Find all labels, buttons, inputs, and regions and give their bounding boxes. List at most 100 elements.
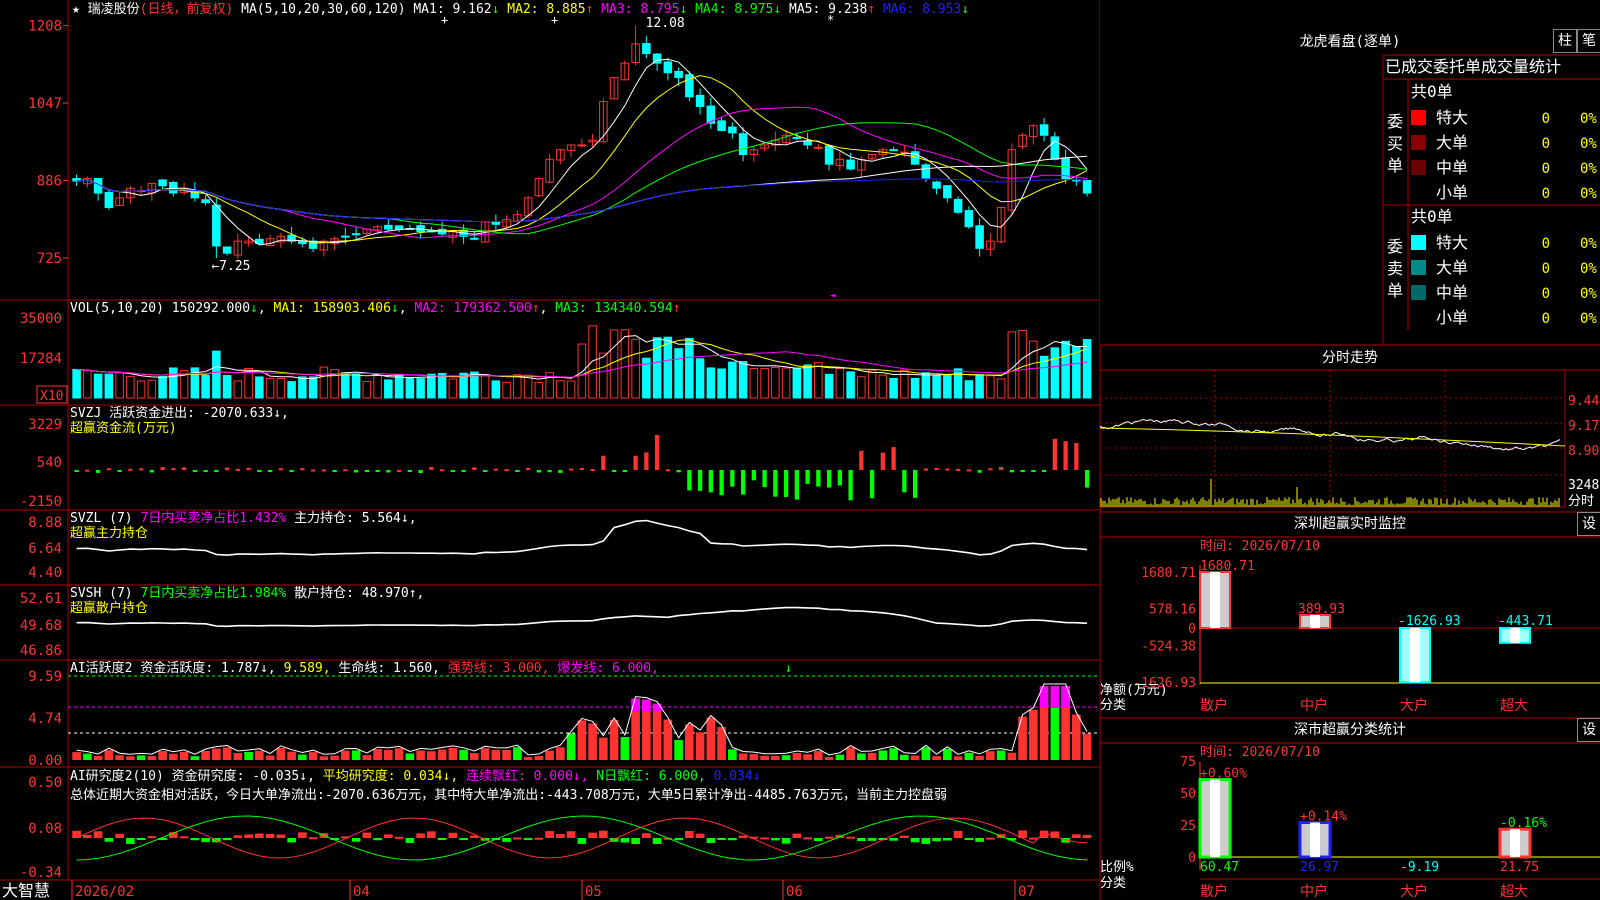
volume-bar (803, 364, 812, 399)
research-bar (975, 838, 984, 842)
sz-monitor-cat: 中户 (1300, 697, 1328, 714)
research-bar (588, 832, 597, 838)
research-bar (513, 837, 522, 840)
research-bar (566, 831, 576, 838)
air-header-part: 连续飘红: 0.000↓, (466, 768, 596, 784)
buy-label-char: 委 (1387, 112, 1403, 131)
volume-bar (792, 367, 802, 399)
sz-class-bottom-label: 26.97 (1300, 860, 1339, 875)
research-bar (83, 834, 92, 838)
sz-class-bottom-label: 60.47 (1200, 860, 1239, 875)
fundflow-bar (171, 468, 176, 471)
vol-header-part: , (258, 301, 274, 316)
research-bar (93, 831, 103, 838)
research-bar (620, 838, 630, 843)
fundflow-bar (869, 470, 875, 499)
ai2-header-part: 强势线: 3.000, (448, 660, 557, 676)
research-bar (233, 835, 243, 838)
activity-bar (996, 750, 1006, 760)
intraday-tick: 8.90 (1568, 444, 1599, 459)
fundflow-bar (579, 467, 584, 470)
fundflow-bar (1063, 441, 1068, 470)
activity-bar (878, 750, 888, 760)
sz-monitor-value: -1626.93 (1398, 614, 1461, 629)
activity-bar (491, 749, 501, 760)
sell-pct: 0% (1580, 311, 1597, 327)
ai2-header: AI活跃度2 资金活跃度: 1.787↓, 9.589, 生命线: 1.560,… (70, 660, 659, 676)
fundflow-bar (558, 470, 563, 473)
activity-bar (685, 724, 694, 760)
activity-bar (889, 748, 898, 760)
candle-body (642, 43, 651, 54)
activity-bar (706, 717, 716, 760)
intraday-tick: 9.17 (1568, 419, 1599, 434)
tick-mode-button[interactable]: 笔 (1577, 29, 1600, 53)
svzj-header: SVZJ 活跃资金进出: -2070.633↓, (70, 405, 289, 421)
vol-header-part: 150292.000 (172, 301, 250, 316)
air-header-part: N日飘红: 6.000, (596, 768, 713, 784)
svzl-tick: 8.88 (28, 515, 62, 531)
fundflow-bar (611, 470, 617, 472)
activity-bar (384, 749, 393, 760)
research-bar (298, 832, 307, 838)
fundflow-bar (353, 470, 359, 473)
candle-body (437, 228, 447, 235)
fundflow-bar (998, 467, 1004, 470)
candle-body (663, 61, 673, 74)
activity-bar (846, 747, 855, 760)
research-bar (685, 830, 694, 838)
fundflow-bar (912, 470, 918, 498)
activity-bar (126, 756, 135, 760)
fundflow-bar (224, 467, 230, 470)
activity-bar (255, 750, 264, 760)
fundflow-bar (880, 452, 885, 470)
fundflow-bar (697, 470, 703, 491)
sz-class-tick: 25 (1180, 819, 1196, 834)
candle-body (889, 149, 898, 152)
fundflow-bar (945, 468, 950, 471)
sz-monitor-cat: 散户 (1200, 697, 1228, 714)
volume-bar (308, 376, 318, 399)
svzl-tick: 6.64 (28, 541, 62, 557)
svzj-tick: 540 (37, 455, 62, 471)
fundflow-bar (783, 470, 789, 497)
volume-bar (416, 378, 425, 399)
fundflow-bar (117, 470, 122, 472)
fundflow-bar (332, 470, 337, 472)
activity-burst-bar (1061, 686, 1070, 708)
fundflow-bar (214, 470, 219, 472)
research-bar (760, 837, 769, 840)
activity-bar (298, 754, 307, 760)
activity-bar (835, 754, 845, 760)
air-header-part: AI研究度2(10) (70, 768, 172, 784)
volume-bar (384, 379, 393, 399)
fundflow-bar (622, 470, 627, 472)
sz-class-cat: 超大 (1500, 884, 1528, 900)
research-bar (674, 838, 683, 841)
activity-bar (201, 750, 210, 760)
research-bar (867, 838, 877, 841)
bar-mode-button[interactable]: 柱 (1553, 29, 1577, 53)
activity-bar (814, 751, 823, 760)
research-bar (738, 835, 748, 838)
fundflow-bar (386, 470, 391, 473)
candle-body (717, 120, 726, 131)
candle-body (212, 204, 221, 247)
intraday-title: 分时走势 (1322, 350, 1378, 366)
activity-bar (459, 749, 468, 760)
candle-body (577, 144, 587, 147)
volume-bar (706, 367, 716, 399)
activity-bar (83, 753, 92, 760)
activity-bar (330, 755, 339, 760)
sell-pct: 0% (1580, 286, 1597, 302)
sz-monitor-settings-button[interactable]: 设 (1577, 512, 1600, 536)
dt-table-title: 已成交委托单成交量统计 (1385, 57, 1561, 76)
dragon-tiger-title: 龙虎看盘(逐单) (1300, 33, 1401, 50)
activity-bar (534, 756, 544, 760)
activity-bar (588, 723, 597, 760)
sz-class-settings-button[interactable]: 设 (1577, 718, 1600, 742)
air-header-part: 资金研究度: -0.035↓, (172, 768, 323, 784)
research-bar (803, 837, 812, 840)
research-bar (362, 832, 372, 838)
date-label: 04 (353, 884, 370, 900)
